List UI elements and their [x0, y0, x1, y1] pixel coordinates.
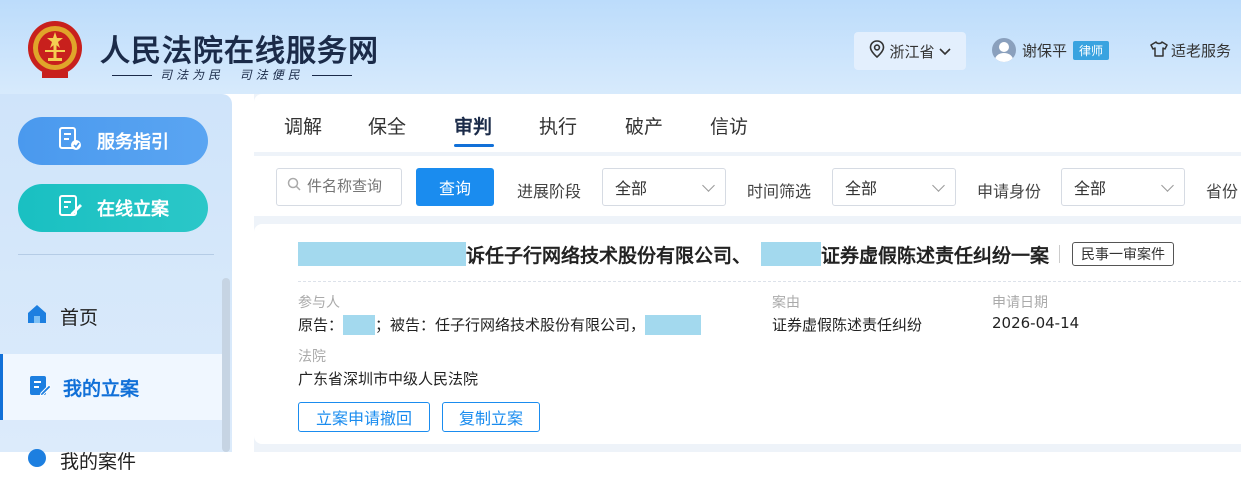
- case-title-text: 诉任子行网络技术股份有限公司、: [466, 244, 752, 267]
- cause-value: 证券虚假陈述责任纠纷: [772, 316, 923, 334]
- query-button[interactable]: 查询: [416, 168, 494, 206]
- user-role-badge: 律师: [1073, 40, 1110, 60]
- user-menu[interactable]: 谢保平 律师: [992, 38, 1110, 62]
- slogan-left: 司法为民: [160, 68, 225, 82]
- elder-service-label: 适老服务: [1171, 42, 1232, 60]
- region-selector[interactable]: 浙江省: [854, 32, 966, 70]
- copy-filing-button[interactable]: 复制立案: [442, 402, 540, 432]
- case-name-search[interactable]: [276, 168, 402, 206]
- stage-value: 全部: [615, 179, 648, 198]
- sidebar-divider: [18, 254, 214, 255]
- identity-select[interactable]: 全部: [1061, 168, 1185, 206]
- filter-bar: 查询 进展阶段 全部 时间筛选 全部 申请身份 全部 省份: [254, 156, 1241, 216]
- tab-mediation[interactable]: 调解: [284, 112, 322, 139]
- elder-service-link[interactable]: 适老服务: [1150, 40, 1231, 61]
- chevron-down-icon: [932, 178, 945, 192]
- active-tab-indicator: [454, 144, 494, 147]
- stage-select[interactable]: 全部: [602, 168, 726, 206]
- time-label: 时间筛选: [747, 182, 812, 201]
- time-value: 全部: [845, 179, 878, 198]
- sidebar-item-home[interactable]: 首页: [0, 286, 222, 346]
- user-avatar-icon: [992, 38, 1016, 62]
- court-label: 法院: [298, 349, 326, 365]
- region-label: 浙江省: [889, 42, 935, 61]
- case-type-tag: 民事一审案件: [1072, 242, 1175, 266]
- chevron-down-icon: [702, 178, 715, 192]
- chevron-down-icon: [1161, 178, 1174, 192]
- sidebar-item-label: 首页: [60, 306, 99, 329]
- tab-preservation[interactable]: 保全: [368, 112, 406, 139]
- search-icon: [287, 177, 301, 195]
- case-icon: [26, 447, 48, 474]
- user-name: 谢保平: [1022, 41, 1068, 60]
- time-select[interactable]: 全部: [832, 168, 956, 206]
- filing-doc-icon: [29, 374, 52, 401]
- redacted-party: [298, 242, 466, 266]
- location-pin-icon: [869, 40, 885, 62]
- slogan-right: 司法便民: [239, 68, 304, 82]
- participants-value: 原告： ；被告：任子行网络技术股份有限公司，: [298, 314, 702, 335]
- redacted-party: [645, 314, 702, 335]
- main-content: 调解 保全 审判 执行 破产 信访 查询 进展阶段 全部 时间筛选 全部 申请身…: [254, 94, 1241, 452]
- card-divider: [298, 281, 1241, 282]
- redacted-party: [343, 314, 376, 335]
- service-guide-icon: [57, 126, 83, 157]
- site-slogan: 司法为民 司法便民: [104, 66, 360, 83]
- site-title: 人民法院在线服务网: [100, 34, 379, 69]
- stage-label: 进展阶段: [517, 182, 582, 201]
- home-icon: [26, 303, 48, 330]
- cause-label: 案由: [772, 295, 800, 311]
- online-filing-button[interactable]: 在线立案: [18, 184, 208, 232]
- sidebar-item-my-cases[interactable]: 我的案件: [0, 430, 222, 490]
- withdraw-filing-button[interactable]: 立案申请撤回: [298, 402, 430, 432]
- shirt-icon: [1150, 40, 1168, 61]
- date-label: 申请日期: [992, 295, 1048, 311]
- court-value: 广东省深圳市中级人民法院: [298, 370, 479, 388]
- redacted-party: [761, 242, 822, 266]
- sidebar-item-label: 我的立案: [63, 377, 140, 400]
- tab-bankruptcy[interactable]: 破产: [625, 112, 663, 139]
- sidebar-item-label: 我的案件: [60, 450, 137, 473]
- site-header: 人民法院在线服务网 司法为民 司法便民 浙江省 谢保平 律师 适老服务: [0, 0, 1241, 94]
- chevron-down-icon: [938, 42, 951, 60]
- identity-value: 全部: [1074, 179, 1107, 198]
- service-guide-label: 服务指引: [97, 132, 169, 153]
- defendant-text: ；被告：任子行网络技术股份有限公司，: [375, 316, 646, 334]
- participants-label: 参与人: [298, 295, 340, 311]
- case-card: 诉任子行网络技术股份有限公司、 证券虚假陈述责任纠纷一案 民事一审案件 参与人 …: [254, 224, 1241, 444]
- title-separator: [1059, 245, 1061, 263]
- case-type-tabs: 调解 保全 审判 执行 破产 信访: [254, 94, 1241, 152]
- case-title-suffix: 证券虚假陈述责任纠纷一案: [821, 244, 1050, 267]
- service-guide-button[interactable]: 服务指引: [18, 117, 208, 165]
- province-label: 省份: [1206, 182, 1239, 201]
- search-input[interactable]: [307, 177, 397, 195]
- tab-petition[interactable]: 信访: [710, 112, 748, 139]
- sidebar-item-my-filings[interactable]: 我的立案: [0, 354, 222, 420]
- case-title[interactable]: 诉任子行网络技术股份有限公司、 证券虚假陈述责任纠纷一案 民事一审案件: [298, 240, 1175, 268]
- tab-execution[interactable]: 执行: [539, 112, 577, 139]
- online-filing-label: 在线立案: [97, 199, 169, 220]
- date-value: 2026-04-14: [992, 314, 1080, 332]
- sidebar: 服务指引 在线立案 首页 我的立案 我的案件: [0, 94, 232, 473]
- online-filing-icon: [57, 193, 83, 224]
- court-emblem-icon[interactable]: [26, 18, 84, 82]
- plaintiff-prefix: 原告：: [298, 316, 344, 334]
- sidebar-scrollbar[interactable]: [222, 278, 230, 452]
- identity-label: 申请身份: [977, 182, 1042, 201]
- tab-trial[interactable]: 审判: [454, 112, 492, 139]
